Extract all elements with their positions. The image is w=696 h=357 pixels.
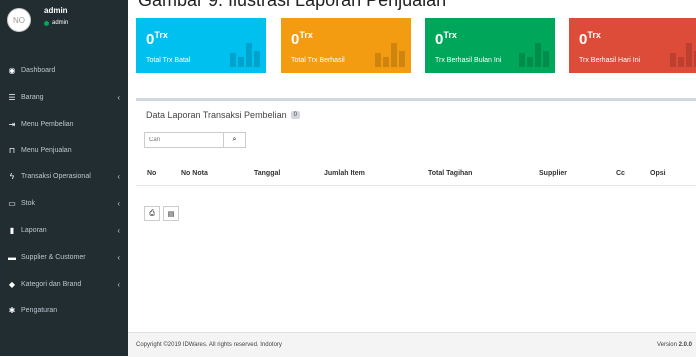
column-header-opsi: Opsi <box>650 170 666 177</box>
chevron-left-icon: ‹ <box>117 171 120 181</box>
column-header-total-tagihan: Total Tagihan <box>428 170 473 177</box>
column-header-jumlah-item: Jumlah Item <box>324 170 365 177</box>
truck-icon: ▬ <box>8 252 16 262</box>
bolt-icon: ϟ <box>9 171 15 181</box>
search-button[interactable]: ⌕ <box>224 132 246 148</box>
sidebar-item-label: Transaksi Operasional <box>21 172 91 180</box>
sidebar-item-stok[interactable]: ▭ Stok ‹ <box>0 193 128 213</box>
bar-chart-icon: ▮ <box>9 225 15 235</box>
sidebar-item-barang[interactable]: ☰ Barang ‹ <box>0 87 128 107</box>
stat-label: Total Trx Berhasil <box>291 57 345 64</box>
sidebar-item-menu-penjualan[interactable]: ⊓ Menu Penjualan <box>0 140 128 160</box>
dashboard-icon: ◉ <box>8 65 16 75</box>
stat-value: 0Trx <box>146 30 168 48</box>
sign-in-icon: ⇥ <box>8 119 16 129</box>
report-panel: Data Laporan Transaksi Pembelian 0 ⌕ No … <box>136 98 696 333</box>
stat-value: 0Trx <box>435 30 457 48</box>
copyright-text: Copyright ©2019 IDWares. All rights rese… <box>136 342 282 348</box>
bar-chart-icon <box>670 43 696 67</box>
stat-label: Trx Berhasil Hari Ini <box>579 57 641 64</box>
column-header-no: No <box>147 170 157 177</box>
export-button[interactable]: ▤ <box>163 206 179 221</box>
print-button[interactable]: ⎙ <box>144 206 160 221</box>
sidebar-item-label: Menu Penjualan <box>21 146 72 154</box>
sidebar-item-transaksi-operasional[interactable]: ϟ Transaksi Operasional ‹ <box>0 166 128 186</box>
stat-label: Trx Berhasil Bulan Ini <box>435 57 502 64</box>
sidebar-item-label: Stok <box>21 199 36 207</box>
bar-chart-icon <box>375 43 405 67</box>
user-panel: NO admin admin <box>0 0 128 48</box>
column-header-no-nota: No Nota <box>181 170 208 177</box>
sidebar-item-pengaturan[interactable]: ✱ Pengaturan <box>0 300 128 320</box>
stat-box-total-trx-batal: 0Trx Total Trx Batal <box>136 18 266 73</box>
user-status-label: admin <box>52 20 69 26</box>
report-title-text: Data Laporan Transaksi Pembelian <box>146 110 287 120</box>
version-label: Version <box>656 342 677 348</box>
search-group: ⌕ <box>144 132 246 148</box>
online-status-icon <box>44 20 49 26</box>
sidebar-item-laporan[interactable]: ▮ Laporan ‹ <box>0 220 128 240</box>
print-icon: ⎙ <box>149 209 155 217</box>
sidebar-item-supplier-customer[interactable]: ▬ Supplier & Customer ‹ <box>0 247 128 267</box>
search-input[interactable] <box>144 132 224 148</box>
sidebar-item-label: Supplier & Customer <box>21 253 86 261</box>
figure-caption-text: Gambar 9. Ilustrasi Laporan Penjualan <box>138 0 447 10</box>
table-header: No No Nota Tanggal Jumlah Item Total Tag… <box>136 163 696 186</box>
tag-icon: ◆ <box>8 279 16 289</box>
footer: Copyright ©2019 IDWares. All rights rese… <box>128 332 696 357</box>
table-actions: ⎙ ▤ <box>144 206 179 221</box>
sidebar-item-kategori-brand[interactable]: ◆ Kategori dan Brand ‹ <box>0 274 128 294</box>
bar-chart-icon <box>230 43 260 67</box>
cart-icon: ⊓ <box>8 145 16 155</box>
user-status: admin <box>44 20 68 26</box>
sidebar-item-label: Pengaturan <box>21 306 58 314</box>
sidebar-item-dashboard[interactable]: ◉ Dashboard <box>0 60 128 80</box>
stat-box-total-trx-berhasil: 0Trx Total Trx Berhasil <box>281 18 411 73</box>
sidebar-item-menu-pembelian[interactable]: ⇥ Menu Pembelian <box>0 114 128 134</box>
count-badge: 0 <box>290 111 300 119</box>
bar-chart-icon <box>519 43 549 67</box>
list-icon: ☰ <box>8 92 16 102</box>
sidebar-item-label: Kategori dan Brand <box>21 280 82 288</box>
chevron-left-icon: ‹ <box>117 279 120 289</box>
version-info: Version 2.0.0 <box>657 342 692 348</box>
version-number: 2.0.0 <box>678 342 692 348</box>
sidebar-item-label: Dashboard <box>21 66 56 74</box>
column-header-supplier: Supplier <box>539 170 568 177</box>
column-header-tanggal: Tanggal <box>254 170 281 177</box>
user-name: admin <box>44 6 68 15</box>
sidebar-item-label: Laporan <box>21 226 47 234</box>
chevron-left-icon: ‹ <box>117 252 120 262</box>
sidebar-item-label: Menu Pembelian <box>21 120 74 128</box>
column-header-cc: Cc <box>616 170 625 177</box>
gear-icon: ✱ <box>8 305 16 315</box>
monitor-icon: ▭ <box>8 198 16 208</box>
chevron-left-icon: ‹ <box>117 92 120 102</box>
chevron-left-icon: ‹ <box>117 225 120 235</box>
sidebar: NO admin admin ◉ Dashboard ☰ Barang ‹ ⇥ … <box>0 0 128 356</box>
chevron-left-icon: ‹ <box>117 198 120 208</box>
report-title: Data Laporan Transaksi Pembelian 0 <box>146 110 300 120</box>
stat-value: 0Trx <box>579 30 601 48</box>
stat-box-trx-berhasil-bulan-ini: 0Trx Trx Berhasil Bulan Ini <box>425 18 555 73</box>
stat-box-trx-berhasil-hari-ini: 0Trx Trx Berhasil Hari Ini <box>569 18 696 73</box>
figure-caption: Gambar 9. Ilustrasi Laporan Penjualan <box>128 0 696 12</box>
user-avatar: NO <box>7 8 31 32</box>
export-icon: ▤ <box>167 210 175 218</box>
search-icon: ⌕ <box>232 136 237 143</box>
stat-value: 0Trx <box>291 30 313 48</box>
stat-label: Total Trx Batal <box>146 57 191 64</box>
sidebar-item-label: Barang <box>21 93 44 101</box>
